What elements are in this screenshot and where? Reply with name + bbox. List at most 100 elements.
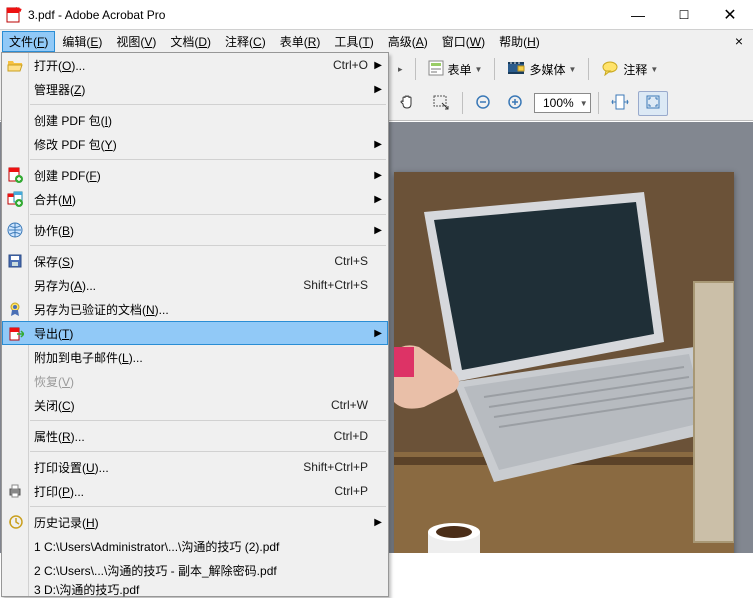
menu-item-label: 打印(P)...: [34, 483, 334, 500]
menu-item[interactable]: 打印(P)...Ctrl+P: [2, 479, 388, 503]
fit-width-icon: [611, 94, 629, 113]
film-icon: [507, 60, 525, 79]
fit-width-button[interactable]: [604, 91, 636, 116]
comment-label: 注释: [623, 61, 647, 78]
history-icon: [6, 513, 24, 531]
file-menu-dropdown: 打开(O)...Ctrl+O▶管理器(Z)▶创建 PDF 包(I)修改 PDF …: [1, 52, 389, 597]
menu-f[interactable]: 文件(F): [2, 31, 55, 52]
menu-item[interactable]: 历史记录(H) ▶: [2, 510, 388, 534]
menu-item-shortcut: Ctrl+S: [334, 254, 368, 268]
comment-button[interactable]: 注释 ▼: [594, 57, 665, 82]
marquee-tool-button[interactable]: [425, 90, 457, 117]
menu-item-label: 创建 PDF(F): [34, 167, 368, 184]
print-icon: [6, 482, 24, 500]
menu-item[interactable]: 附加到电子邮件(L)...: [2, 345, 388, 369]
menu-item-label: 协作(B): [34, 222, 368, 239]
forms-icon: [428, 60, 444, 79]
maximize-button[interactable]: ☐: [661, 0, 707, 30]
ribbon-icon: [6, 300, 24, 318]
toolbar-separator: [588, 58, 589, 80]
menu-item-label: 2 C:\Users\...\沟通的技巧 - 副本_解除密码.pdf: [34, 562, 368, 579]
forms-button[interactable]: 表单 ▼: [421, 57, 490, 82]
menu-item[interactable]: 2 C:\Users\...\沟通的技巧 - 副本_解除密码.pdf: [2, 558, 388, 582]
menu-item[interactable]: 属性(R)...Ctrl+D: [2, 424, 388, 448]
submenu-arrow-icon: ▶: [374, 194, 382, 205]
page-image: [394, 172, 734, 553]
menu-item[interactable]: 合并(M)▶: [2, 187, 388, 211]
menu-item-label: 打印设置(U)...: [34, 459, 303, 476]
menu-item-shortcut: Shift+Ctrl+P: [303, 460, 368, 474]
close-button[interactable]: ✕: [707, 0, 753, 30]
submenu-arrow-icon: ▶: [374, 517, 382, 528]
menu-item[interactable]: 3 D:\沟通的技巧.pdf: [2, 582, 388, 596]
menu-item[interactable]: 打印设置(U)...Shift+Ctrl+P: [2, 455, 388, 479]
save-icon: [6, 252, 24, 270]
speech-bubble-icon: [601, 60, 619, 79]
menu-item-label: 属性(R)...: [34, 428, 334, 445]
menu-item: 恢复(V): [2, 369, 388, 393]
menu-item-label: 附加到电子邮件(L)...: [34, 349, 368, 366]
app-pdf-icon: [6, 7, 22, 23]
menu-item[interactable]: 导出(T)▶: [2, 321, 388, 345]
menu-item-label: 历史记录(H): [34, 514, 368, 531]
menu-a[interactable]: 高级(A): [381, 31, 435, 52]
menu-t[interactable]: 工具(T): [327, 31, 380, 52]
menu-r[interactable]: 表单(R): [273, 31, 328, 52]
title-bar: 3.pdf - Adobe Acrobat Pro — ☐ ✕: [0, 0, 753, 30]
menu-item[interactable]: 打开(O)...Ctrl+O ▶: [2, 53, 388, 77]
menu-item[interactable]: 创建 PDF(F)▶: [2, 163, 388, 187]
menu-item[interactable]: 创建 PDF 包(I): [2, 108, 388, 132]
menu-item[interactable]: 管理器(Z)▶: [2, 77, 388, 101]
menu-item[interactable]: 保存(S)Ctrl+S: [2, 249, 388, 273]
minimize-button[interactable]: —: [615, 0, 661, 30]
collab-icon: [6, 221, 24, 239]
chevron-down-icon: ▼: [568, 65, 576, 74]
menu-c[interactable]: 注释(C): [218, 31, 273, 52]
multimedia-button[interactable]: 多媒体 ▼: [500, 57, 583, 82]
menu-item-label: 1 C:\Users\Administrator\...\沟通的技巧 (2).p…: [34, 538, 368, 555]
menu-w[interactable]: 窗口(W): [435, 31, 492, 52]
toolbar-separator: [494, 58, 495, 80]
merge-icon: [6, 190, 24, 208]
menu-item-shortcut: Ctrl+O: [333, 58, 368, 72]
hand-tool-button[interactable]: [391, 90, 423, 117]
menu-separator: [30, 506, 386, 507]
menu-item[interactable]: 协作(B)▶: [2, 218, 388, 242]
menu-item[interactable]: 另存为(A)...Shift+Ctrl+S: [2, 273, 388, 297]
fullscreen-button[interactable]: [638, 91, 668, 116]
submenu-arrow-icon: ▶: [374, 60, 382, 71]
menu-item[interactable]: 另存为已验证的文档(N)...: [2, 297, 388, 321]
toolbar-separator: [462, 92, 463, 114]
menu-separator: [30, 420, 386, 421]
menu-d[interactable]: 文档(D): [163, 31, 218, 52]
menu-item-label: 保存(S): [34, 253, 334, 270]
menu-separator: [30, 214, 386, 215]
export-icon: [7, 325, 25, 343]
menu-item-label: 另存为(A)...: [34, 277, 303, 294]
menu-item-label: 管理器(Z): [34, 81, 368, 98]
menu-item-label: 导出(T): [34, 325, 368, 342]
menu-separator: [30, 245, 386, 246]
menu-item-label: 恢复(V): [34, 373, 368, 390]
menu-v[interactable]: 视图(V): [109, 31, 163, 52]
menu-item-label: 修改 PDF 包(Y): [34, 136, 368, 153]
menu-item-label: 3 D:\沟通的技巧.pdf: [34, 581, 368, 598]
menu-item-shortcut: Ctrl+P: [334, 484, 368, 498]
hand-icon: [398, 93, 416, 114]
toolbar-gap-chevron[interactable]: ▸: [391, 61, 410, 78]
menu-item-shortcut: Ctrl+W: [331, 398, 368, 412]
menu-separator: [30, 104, 386, 105]
menu-h[interactable]: 帮助(H): [492, 31, 547, 52]
zoom-in-button[interactable]: [500, 91, 530, 116]
minus-circle-icon: [475, 94, 491, 113]
menu-item-label: 关闭(C): [34, 397, 331, 414]
toolbar-separator: [598, 92, 599, 114]
menu-item[interactable]: 关闭(C)Ctrl+W: [2, 393, 388, 417]
document-close-button[interactable]: ×: [727, 33, 751, 49]
menu-item[interactable]: 1 C:\Users\Administrator\...\沟通的技巧 (2).p…: [2, 534, 388, 558]
zoom-out-button[interactable]: [468, 91, 498, 116]
menu-e[interactable]: 编辑(E): [55, 31, 109, 52]
zoom-level-field[interactable]: 100% ▼: [534, 93, 591, 113]
menu-item-label: 打开(O)...: [34, 57, 333, 74]
menu-item[interactable]: 修改 PDF 包(Y)▶: [2, 132, 388, 156]
